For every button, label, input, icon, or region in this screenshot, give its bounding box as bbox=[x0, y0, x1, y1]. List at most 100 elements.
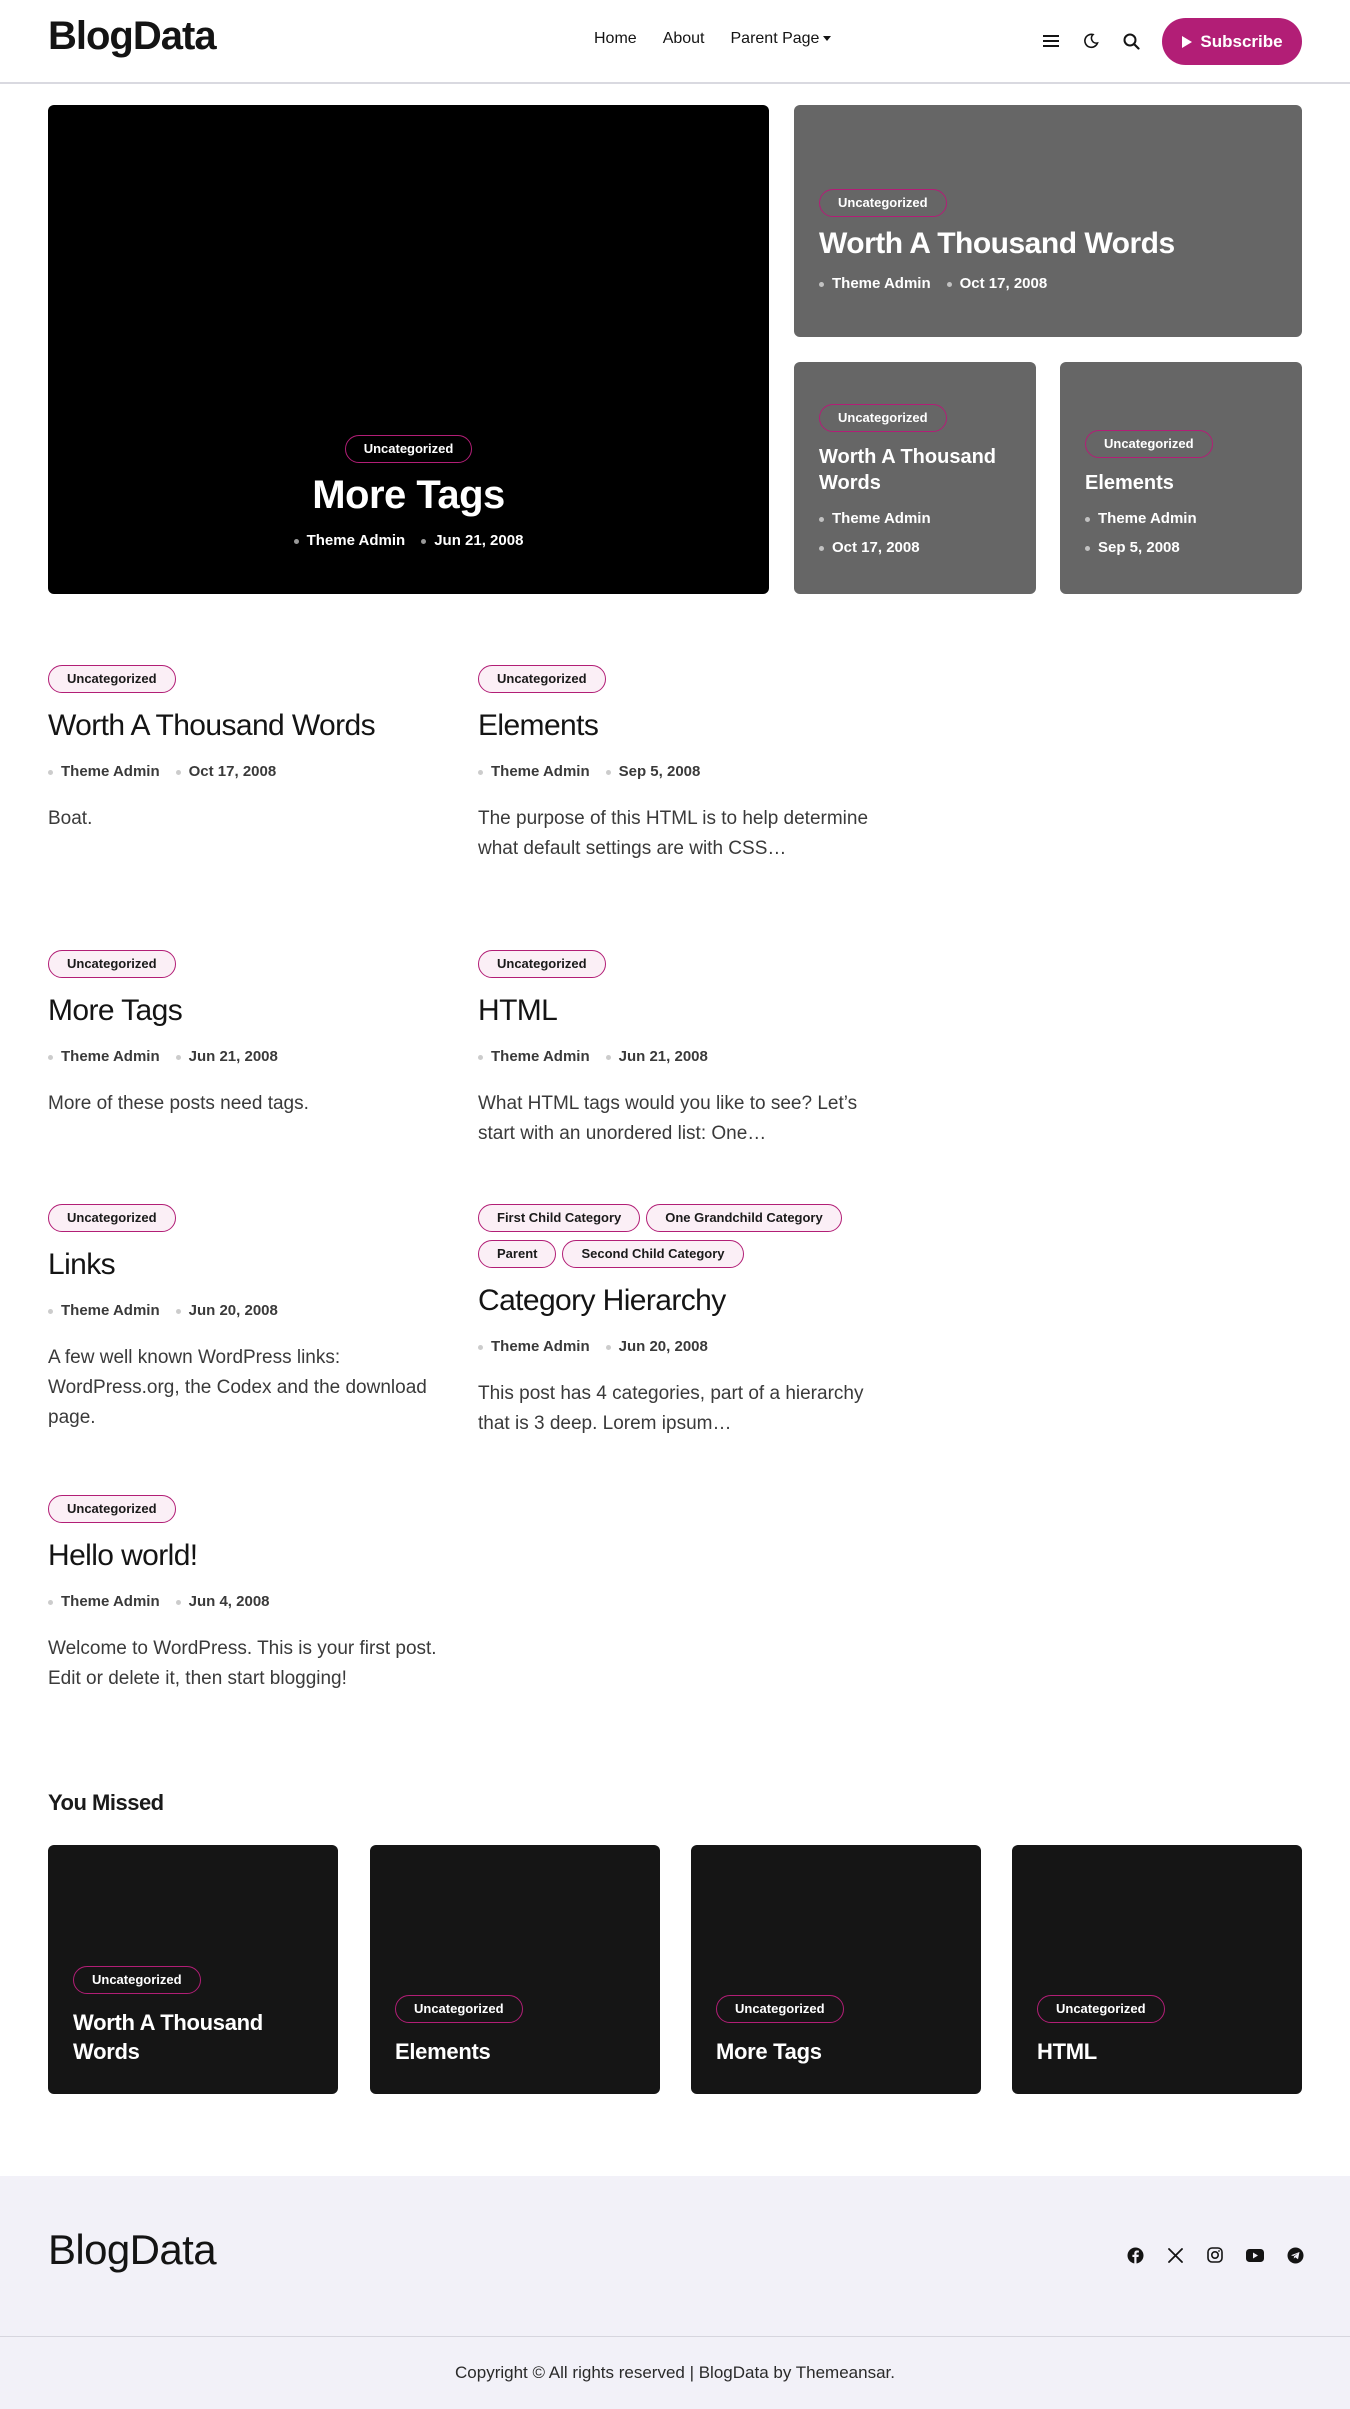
post-meta: Theme Admin Jun 4, 2008 bbox=[48, 1593, 448, 1610]
post-author[interactable]: Theme Admin bbox=[478, 763, 590, 780]
you-missed-card[interactable]: Uncategorized Worth A Thousand Words bbox=[48, 1845, 338, 2094]
moon-icon[interactable] bbox=[1080, 30, 1102, 52]
post-title[interactable]: Category Hierarchy bbox=[478, 1284, 898, 1318]
post-excerpt: A few well known WordPress links: WordPr… bbox=[48, 1347, 427, 1428]
x-icon[interactable] bbox=[1164, 2244, 1186, 2266]
site-logo[interactable]: BlogData bbox=[48, 14, 217, 59]
site-footer: BlogData bbox=[0, 2176, 1350, 2336]
category-badge[interactable]: Uncategorized bbox=[1085, 430, 1213, 458]
post-date[interactable]: Oct 17, 2008 bbox=[176, 763, 277, 780]
category-badge[interactable]: Uncategorized bbox=[819, 404, 947, 432]
post-excerpt: More of these posts need tags. bbox=[48, 1093, 309, 1114]
menu-icon[interactable] bbox=[1040, 30, 1062, 52]
hero-small-title[interactable]: Worth A Thousand Words bbox=[819, 444, 1022, 496]
social-links bbox=[1124, 2244, 1306, 2266]
header-tools bbox=[1040, 30, 1142, 52]
post-title[interactable]: Elements bbox=[478, 709, 878, 743]
youtube-icon[interactable] bbox=[1244, 2244, 1266, 2266]
copyright-text: Copyright © All rights reserved | BlogDa… bbox=[0, 2336, 1350, 2409]
post-author[interactable]: Theme Admin bbox=[294, 532, 406, 549]
you-missed-heading: You Missed bbox=[48, 1790, 164, 1815]
nav-about[interactable]: About bbox=[663, 30, 705, 48]
category-badge[interactable]: Uncategorized bbox=[48, 950, 176, 978]
category-badge[interactable]: Uncategorized bbox=[478, 665, 606, 693]
category-badge[interactable]: Second Child Category bbox=[562, 1240, 744, 1268]
you-missed-card[interactable]: Uncategorized HTML bbox=[1012, 1845, 1302, 2094]
hero-featured-title[interactable]: More Tags bbox=[48, 473, 769, 518]
category-badge[interactable]: Uncategorized bbox=[1037, 1995, 1165, 2023]
post-date[interactable]: Sep 5, 2008 bbox=[1085, 539, 1288, 556]
post-meta: Theme Admin Oct 17, 2008 bbox=[48, 763, 448, 780]
post-meta: Theme Admin Jun 20, 2008 bbox=[478, 1338, 898, 1355]
category-badge[interactable]: One Grandchild Category bbox=[646, 1204, 842, 1232]
category-badge[interactable]: Uncategorized bbox=[344, 435, 473, 463]
post-date[interactable]: Jun 21, 2008 bbox=[421, 532, 523, 549]
category-badge[interactable]: Uncategorized bbox=[716, 1995, 844, 2023]
post-title[interactable]: HTML bbox=[478, 994, 878, 1028]
post-author[interactable]: Theme Admin bbox=[478, 1048, 590, 1065]
category-badge[interactable]: Parent bbox=[478, 1240, 557, 1268]
you-missed-card[interactable]: Uncategorized Elements bbox=[370, 1845, 660, 2094]
post-title[interactable]: More Tags bbox=[48, 994, 448, 1028]
telegram-icon[interactable] bbox=[1284, 2244, 1306, 2266]
post-date[interactable]: Sep 5, 2008 bbox=[606, 763, 701, 780]
you-missed-content: Uncategorized Elements bbox=[395, 1995, 640, 2066]
post-date[interactable]: Jun 20, 2008 bbox=[176, 1302, 278, 1319]
you-missed-title[interactable]: Elements bbox=[395, 2037, 640, 2066]
post-author[interactable]: Theme Admin bbox=[478, 1338, 590, 1355]
hero-small-card[interactable]: Uncategorized Elements Theme Admin Sep 5… bbox=[1060, 362, 1302, 594]
post-title[interactable]: Worth A Thousand Words bbox=[48, 709, 448, 743]
hero-small-title[interactable]: Elements bbox=[1085, 470, 1288, 496]
post-author[interactable]: Theme Admin bbox=[48, 1302, 160, 1319]
category-badge[interactable]: Uncategorized bbox=[48, 1204, 176, 1232]
you-missed-title[interactable]: HTML bbox=[1037, 2037, 1282, 2066]
post-date[interactable]: Oct 17, 2008 bbox=[819, 539, 1022, 556]
post-title[interactable]: Hello world! bbox=[48, 1539, 448, 1573]
post-author[interactable]: Theme Admin bbox=[1085, 510, 1288, 527]
hero-featured-card[interactable]: Uncategorized More Tags Theme Admin Jun … bbox=[48, 105, 769, 594]
post-date[interactable]: Jun 21, 2008 bbox=[176, 1048, 278, 1065]
category-badge[interactable]: Uncategorized bbox=[73, 1966, 201, 1994]
post-item: First Child Category One Grandchild Cate… bbox=[478, 1204, 898, 1439]
post-title[interactable]: Links bbox=[48, 1248, 448, 1282]
you-missed-content: Uncategorized More Tags bbox=[716, 1995, 961, 2066]
subscribe-label: Subscribe bbox=[1200, 31, 1283, 51]
post-date[interactable]: Jun 4, 2008 bbox=[176, 1593, 270, 1610]
post-date[interactable]: Oct 17, 2008 bbox=[947, 275, 1048, 292]
you-missed-title[interactable]: Worth A Thousand Words bbox=[73, 2008, 318, 2066]
post-meta: Theme Admin Jun 21, 2008 bbox=[48, 532, 769, 549]
post-author[interactable]: Theme Admin bbox=[819, 275, 931, 292]
hero-small-card[interactable]: Uncategorized Worth A Thousand Words The… bbox=[794, 362, 1036, 594]
post-excerpt: The purpose of this HTML is to help dete… bbox=[478, 808, 869, 859]
category-badge[interactable]: Uncategorized bbox=[819, 189, 947, 217]
facebook-icon[interactable] bbox=[1124, 2244, 1146, 2266]
you-missed-title[interactable]: More Tags bbox=[716, 2037, 961, 2066]
post-item: Uncategorized More Tags Theme Admin Jun … bbox=[48, 950, 448, 1119]
category-badge[interactable]: Uncategorized bbox=[478, 950, 606, 978]
subscribe-button[interactable]: Subscribe bbox=[1162, 18, 1302, 65]
play-icon bbox=[1182, 35, 1193, 48]
post-author[interactable]: Theme Admin bbox=[48, 1593, 160, 1610]
category-badge[interactable]: First Child Category bbox=[478, 1204, 641, 1232]
hero-side-card[interactable]: Uncategorized Worth A Thousand Words The… bbox=[794, 105, 1302, 337]
hero-side-title[interactable]: Worth A Thousand Words bbox=[819, 227, 1175, 261]
post-date[interactable]: Jun 20, 2008 bbox=[606, 1338, 708, 1355]
nav-home[interactable]: Home bbox=[594, 30, 637, 48]
post-item: Uncategorized Worth A Thousand Words The… bbox=[48, 665, 448, 834]
nav-parent-page[interactable]: Parent Page bbox=[731, 30, 832, 48]
nav-parent-page-label: Parent Page bbox=[730, 30, 820, 47]
post-meta: Theme Admin Oct 17, 2008 bbox=[819, 275, 1175, 292]
category-badge[interactable]: Uncategorized bbox=[48, 1495, 176, 1523]
footer-logo[interactable]: BlogData bbox=[48, 2226, 217, 2274]
post-author[interactable]: Theme Admin bbox=[819, 510, 1022, 527]
post-date[interactable]: Jun 21, 2008 bbox=[606, 1048, 708, 1065]
instagram-icon[interactable] bbox=[1204, 2244, 1226, 2266]
post-author[interactable]: Theme Admin bbox=[48, 763, 160, 780]
post-author[interactable]: Theme Admin bbox=[48, 1048, 160, 1065]
category-badge[interactable]: Uncategorized bbox=[48, 665, 176, 693]
post-meta: Theme Admin Sep 5, 2008 bbox=[1085, 510, 1288, 556]
search-icon[interactable] bbox=[1120, 30, 1142, 52]
you-missed-content: Uncategorized Worth A Thousand Words bbox=[73, 1966, 318, 2066]
category-badge[interactable]: Uncategorized bbox=[395, 1995, 523, 2023]
you-missed-card[interactable]: Uncategorized More Tags bbox=[691, 1845, 981, 2094]
